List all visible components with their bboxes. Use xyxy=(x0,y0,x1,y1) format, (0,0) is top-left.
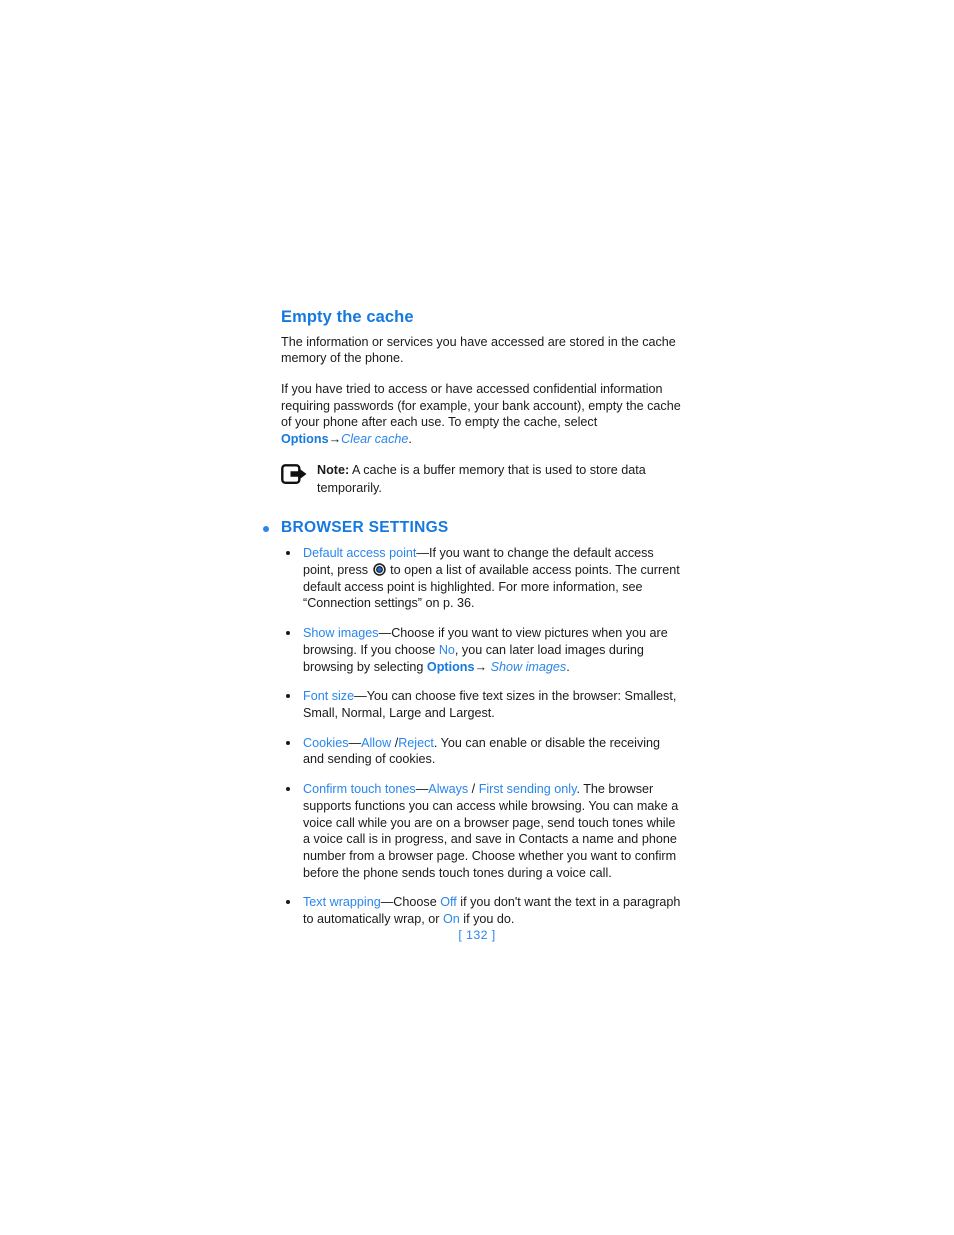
menu-options-label: Options xyxy=(281,431,329,446)
scroll-key-icon xyxy=(372,563,386,576)
list-bullet-icon xyxy=(286,740,290,745)
page-content: Empty the cache The information or servi… xyxy=(263,308,681,928)
note-label: Note: xyxy=(317,463,350,478)
bullet-cookies: Cookies—Allow /Reject. You can enable or… xyxy=(281,735,681,768)
paragraph-cache-intro: The information or services you have acc… xyxy=(281,334,676,366)
note-callout: Note: A cache is a buffer memory that is… xyxy=(281,461,681,497)
bullet-text-wrapping: Text wrapping—Choose Off if you don't wa… xyxy=(281,894,681,927)
list-bullet-icon xyxy=(286,551,290,556)
paragraph-clear-cache: If you have tried to access or have acce… xyxy=(281,381,681,447)
bullet-show-images: Show images—Choose if you want to view p… xyxy=(281,625,681,675)
list-bullet-icon xyxy=(286,694,290,699)
arrow-glyph: → xyxy=(328,431,342,446)
list-bullet-icon xyxy=(286,631,290,636)
list-item-text: Font size—You can choose five text sizes… xyxy=(303,689,677,720)
note-text: Note: A cache is a buffer memory that is… xyxy=(317,463,646,495)
list-item-text: Confirm touch tones—Always / First sendi… xyxy=(303,782,679,880)
section-heading-browser-settings: BROWSER SETTINGS xyxy=(261,519,681,537)
note-body: A cache is a buffer memory that is used … xyxy=(317,463,646,496)
list-bullet-icon xyxy=(286,787,290,792)
section-bullet-icon xyxy=(263,526,269,533)
list-bullet-icon xyxy=(286,900,290,905)
document-page: Empty the cache The information or servi… xyxy=(0,0,954,1235)
list-item-text: Text wrapping—Choose Off if you don't wa… xyxy=(303,895,681,927)
list-item-text: Cookies—Allow /Reject. You can enable or… xyxy=(303,735,661,767)
bullet-confirm-touch-tones: Confirm touch tones—Always / First sendi… xyxy=(281,781,681,881)
bullet-font-size: Font size—You can choose five text sizes… xyxy=(281,688,681,721)
note-arrow-icon xyxy=(281,464,309,485)
list-item-text: Default access point—If you want to chan… xyxy=(303,546,680,611)
bullet-default-access-point: Default access point—If you want to chan… xyxy=(281,545,681,612)
browser-settings-list: Default access point—If you want to chan… xyxy=(281,545,681,927)
menu-item-clear-cache: Clear cache xyxy=(341,431,409,446)
sentence-period: . xyxy=(408,431,412,446)
page-title: Empty the cache xyxy=(281,308,414,326)
list-item-text: Show images—Choose if you want to view p… xyxy=(303,626,668,674)
paragraph-clear-cache-text: If you have tried to access or have acce… xyxy=(281,381,681,430)
section-heading-label: BROWSER SETTINGS xyxy=(281,519,449,537)
page-number: [ 132 ] xyxy=(458,928,496,942)
